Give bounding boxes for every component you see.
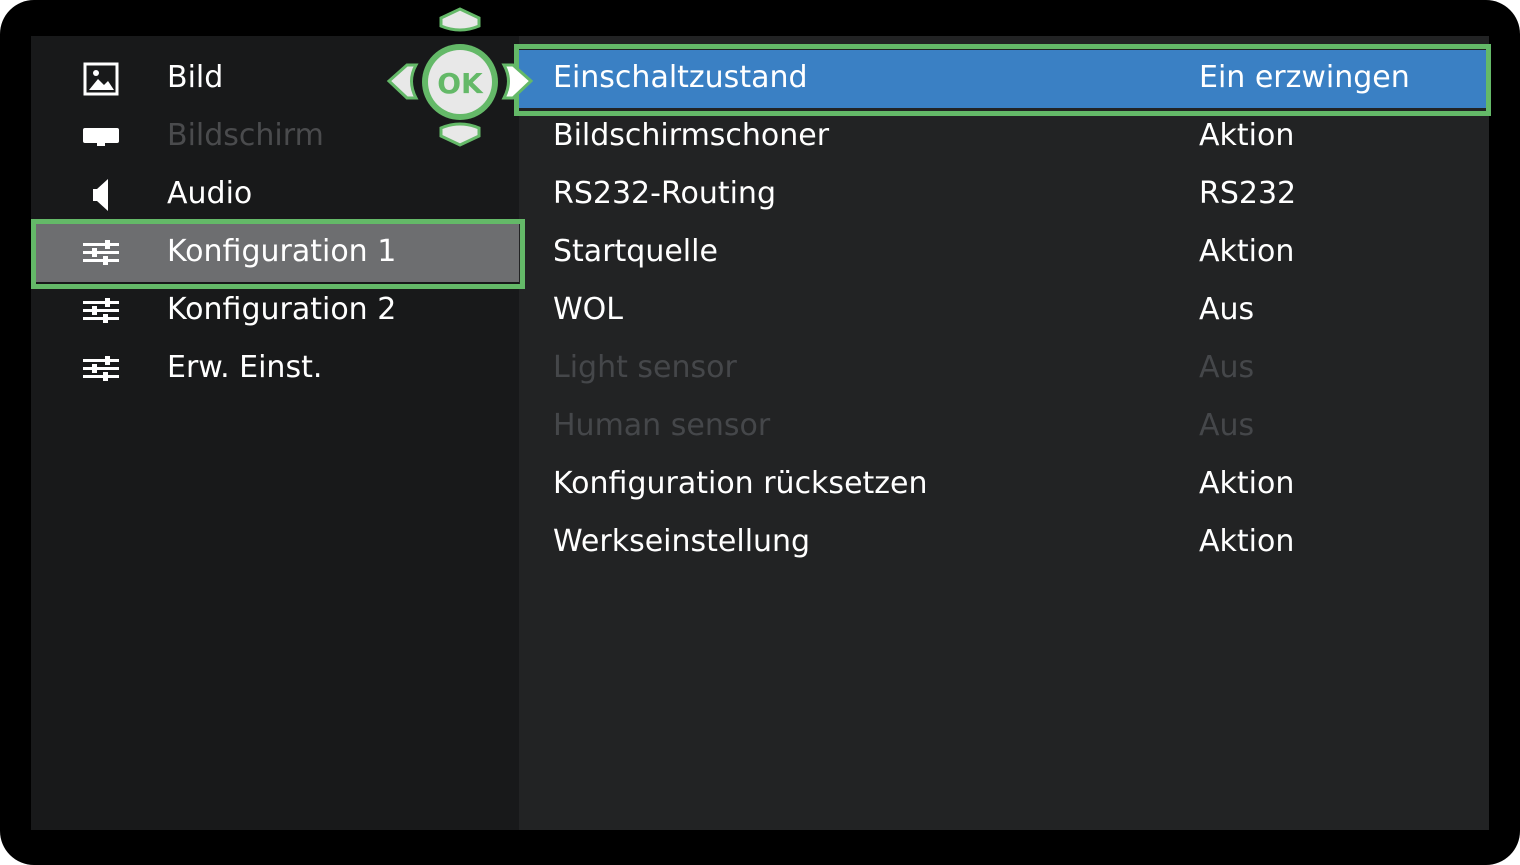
setting-value: Aktion [1199, 234, 1295, 269]
setting-value: Aktion [1199, 524, 1295, 559]
chevron-up-icon[interactable] [439, 7, 481, 32]
sidebar-item-konfiguration-2[interactable]: Konfiguration 2 [31, 282, 519, 340]
chevron-left-icon[interactable] [386, 63, 419, 100]
setting-row-startquelle[interactable]: Startquelle Aktion [519, 224, 1489, 282]
setting-row-werkseinstellung[interactable]: Werkseinstellung Aktion [519, 514, 1489, 572]
setting-name: Bildschirmschoner [553, 118, 830, 153]
setting-name: RS232-Routing [553, 176, 776, 211]
setting-value: Aus [1199, 350, 1255, 385]
setting-value: RS232 [1199, 176, 1297, 211]
chevron-down-icon[interactable] [439, 122, 481, 147]
setting-row-wol[interactable]: WOL Aus [519, 282, 1489, 340]
setting-row-human-sensor: Human sensor Aus [519, 398, 1489, 456]
setting-row-konfiguration-ruecksetzen[interactable]: Konfiguration rücksetzen Aktion [519, 456, 1489, 514]
display-icon [83, 120, 119, 154]
chevron-right-icon[interactable] [501, 63, 534, 100]
setting-name: Werkseinstellung [553, 524, 811, 559]
setting-row-bildschirmschoner[interactable]: Bildschirmschoner Aktion [519, 108, 1489, 166]
setting-name: Human sensor [553, 408, 771, 443]
sidebar-item-erw-einst[interactable]: Erw. Einst. [31, 340, 519, 398]
picture-icon [83, 62, 119, 96]
sidebar-item-label: Bildschirm [167, 118, 324, 153]
setting-name: Konfiguration rücksetzen [553, 466, 928, 501]
setting-value: Aktion [1199, 466, 1295, 501]
setting-row-light-sensor: Light sensor Aus [519, 340, 1489, 398]
setting-value: Aus [1199, 408, 1255, 443]
setting-name: Startquelle [553, 234, 718, 269]
setting-value: Aktion [1199, 118, 1295, 153]
sliders-icon [83, 352, 119, 386]
sidebar-item-label: Bild [167, 60, 224, 95]
osd-menu-screen: Bild Bildschirm Audio Konfiguration 1 Ko… [31, 36, 1489, 830]
sidebar-item-label: Audio [167, 176, 253, 211]
setting-row-rs232-routing[interactable]: RS232-Routing RS232 [519, 166, 1489, 224]
sidebar-item-label: Erw. Einst. [167, 350, 323, 385]
navigation-pad: OK [383, 4, 534, 158]
ok-label: OK [437, 67, 484, 100]
display-bezel: Bild Bildschirm Audio Konfiguration 1 Ko… [0, 0, 1520, 865]
sidebar-item-audio[interactable]: Audio [31, 166, 519, 224]
sliders-icon [83, 294, 119, 328]
setting-value: Aus [1199, 292, 1255, 327]
ok-button[interactable]: OK [422, 44, 498, 120]
selected-category-highlight [31, 219, 525, 289]
setting-name: Light sensor [553, 350, 737, 385]
sidebar-item-label: Konfiguration 2 [167, 292, 397, 327]
setting-name: WOL [553, 292, 623, 327]
active-setting-highlight [514, 44, 1491, 116]
speaker-icon [83, 178, 119, 212]
